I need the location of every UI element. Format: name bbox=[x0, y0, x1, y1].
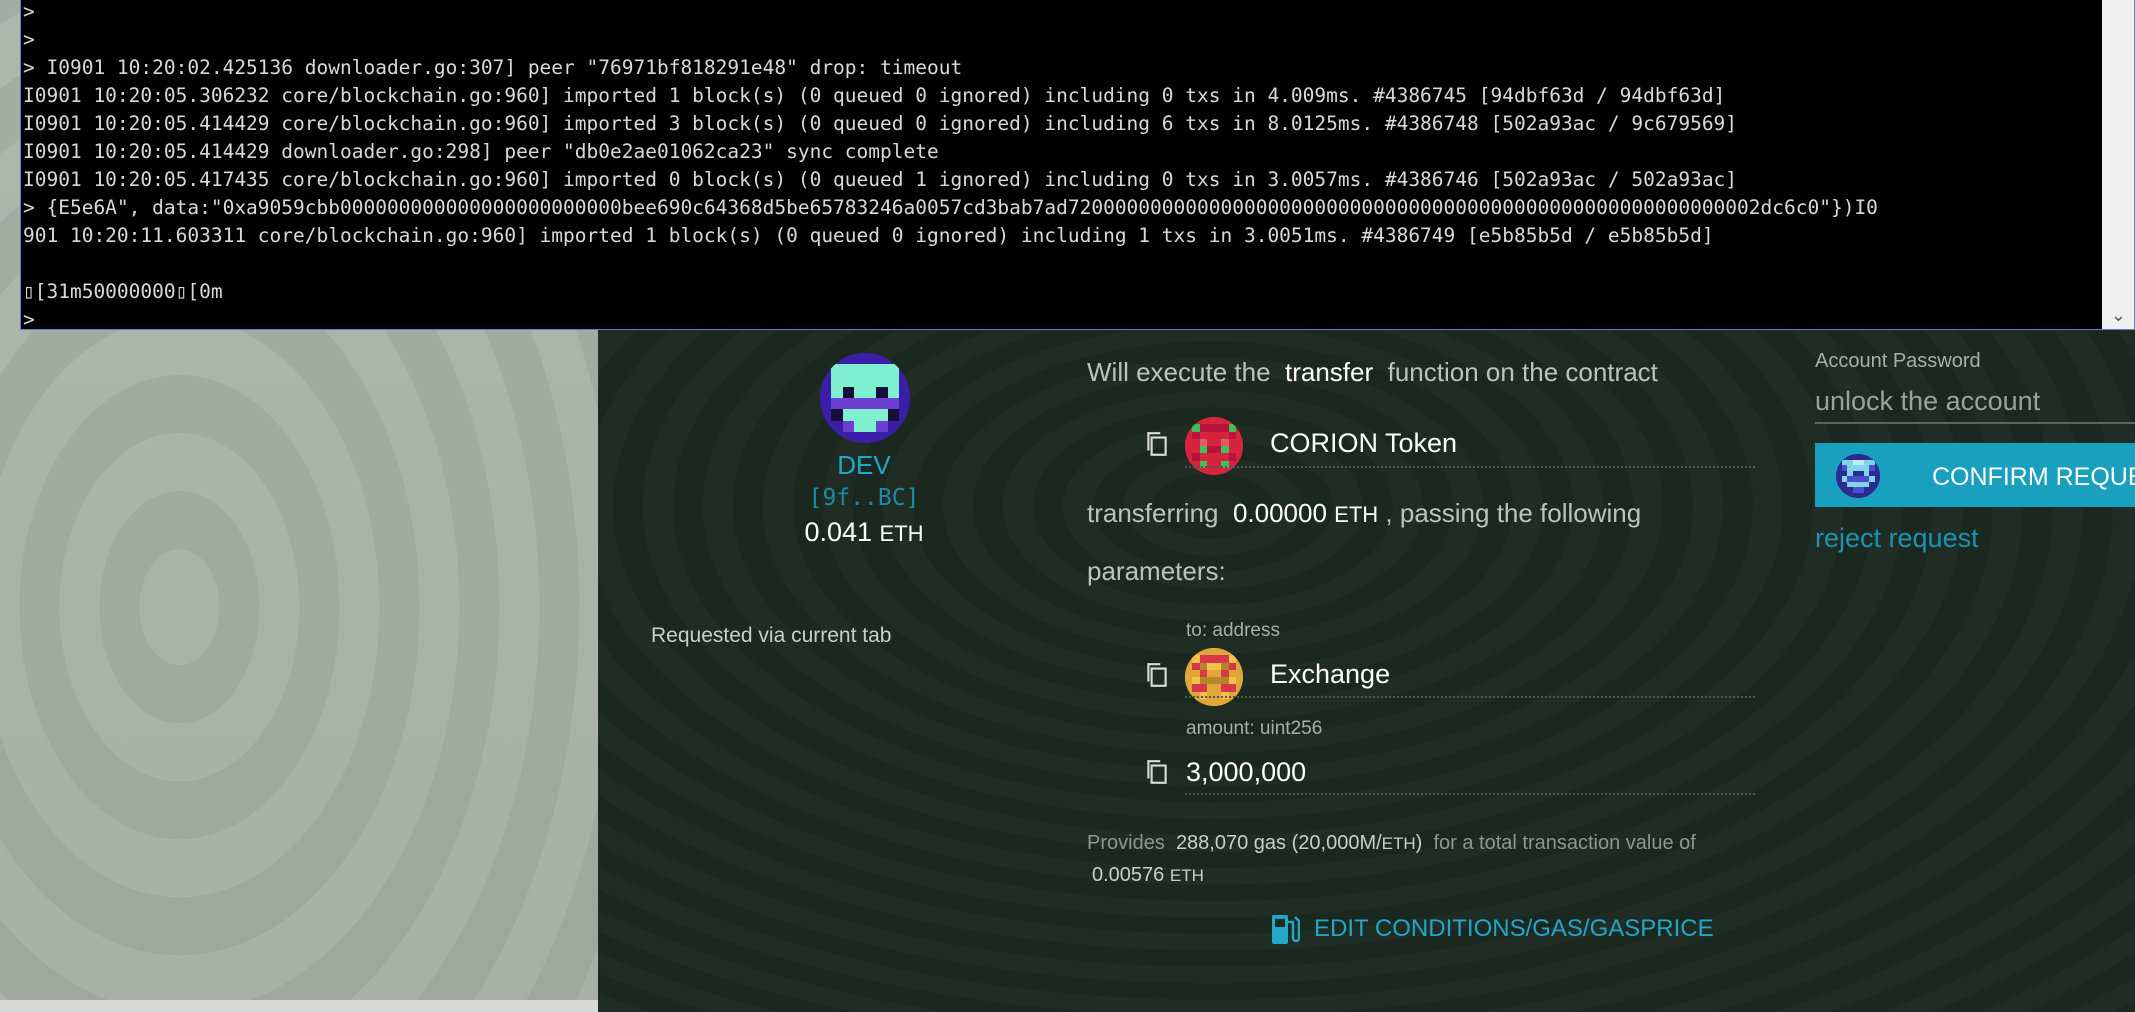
password-input[interactable] bbox=[1815, 380, 2135, 424]
gas-amount: 288,070 gas bbox=[1175, 832, 1287, 854]
from-balance-value: 0.041 bbox=[804, 517, 873, 547]
geth-console-window[interactable]: > > > I0901 10:20:02.425136 downloader.go:… bbox=[20, 0, 2135, 330]
console-line: > bbox=[23, 0, 35, 23]
transferring-description: transferring 0.00000 ETH , passing the f… bbox=[1087, 498, 1641, 529]
param-label: to: address bbox=[1186, 620, 1280, 641]
reject-request-link[interactable]: reject request bbox=[1815, 523, 1979, 554]
transfer-unit: ETH bbox=[1334, 502, 1379, 527]
transfer-amount: 0.00000 bbox=[1232, 498, 1327, 528]
transferring-suffix: , passing the following bbox=[1385, 498, 1642, 528]
from-balance-unit: ETH bbox=[879, 521, 924, 546]
console-line: I0901 10:20:05.306232 core/blockchain.go… bbox=[23, 84, 1726, 107]
total-value: 0.00576 ETH bbox=[1092, 864, 1204, 887]
gas-price-close: ) bbox=[1415, 832, 1423, 854]
param-value-amount: 3,000,000 bbox=[1186, 757, 1307, 787]
password-label: Account Password bbox=[1815, 350, 1981, 372]
confirm-account-avatar bbox=[1836, 454, 1880, 498]
copy-icon[interactable] bbox=[1144, 430, 1170, 458]
gas-price-unit: ETH bbox=[1381, 834, 1416, 853]
gas-pump-icon bbox=[1272, 915, 1300, 944]
edit-gas-label: EDIT CONDITIONS/GAS/GASPRICE bbox=[1314, 915, 1714, 942]
edit-gas-button[interactable]: EDIT CONDITIONS/GAS/GASPRICE bbox=[1270, 912, 1714, 946]
copy-icon[interactable] bbox=[1144, 758, 1170, 786]
gas-provides-prefix: Provides bbox=[1087, 832, 1165, 854]
total-amount: 0.00576 bbox=[1092, 864, 1165, 886]
from-account-name[interactable]: DEV bbox=[764, 450, 964, 481]
requested-via-label: Requested via current tab bbox=[651, 624, 892, 647]
from-account-balance: 0.041 ETH bbox=[764, 517, 964, 548]
console-line: 901 10:20:11.603311 core/blockchain.go:9… bbox=[23, 224, 1714, 247]
chevron-down-icon[interactable]: ⌄ bbox=[2111, 305, 2126, 326]
contract-divider bbox=[1185, 466, 1755, 468]
param-value-to[interactable]: Exchange bbox=[1270, 659, 1390, 690]
parameters-heading: parameters: bbox=[1087, 556, 1226, 586]
execute-function-name: transfer bbox=[1284, 357, 1374, 387]
console-line: ▯[31m50000000▯[0m bbox=[23, 280, 223, 303]
param-divider bbox=[1185, 793, 1755, 795]
console-line: > {E5e6A", data:"0xa9059cbb0000000000000… bbox=[23, 196, 1878, 219]
console-line: > I0901 10:20:02.425136 downloader.go:30… bbox=[23, 56, 963, 79]
gas-price: (20,000M/ bbox=[1291, 832, 1382, 854]
contract-name[interactable]: CORION Token bbox=[1270, 428, 1457, 459]
console-line: > bbox=[23, 28, 35, 51]
gas-suffix: for a total transaction value of bbox=[1433, 832, 1696, 854]
transferring-prefix: transferring bbox=[1087, 498, 1219, 528]
param-label: amount: uint256 bbox=[1186, 718, 1323, 739]
console-line: I0901 10:20:05.414429 core/blockchain.go… bbox=[23, 112, 1738, 135]
confirm-request-label: CONFIRM REQUEST bbox=[1932, 463, 2135, 491]
console-line: > bbox=[23, 308, 35, 330]
console-line: I0901 10:20:05.417435 core/blockchain.go… bbox=[23, 168, 1738, 191]
execute-description: Will execute the transfer function on th… bbox=[1087, 357, 1658, 388]
execute-prefix: Will execute the bbox=[1087, 357, 1271, 387]
execute-suffix: function on the contract bbox=[1387, 357, 1658, 387]
console-scrollbar[interactable]: ⌄ bbox=[2102, 0, 2134, 329]
gas-provides-text: Provides 288,070 gas (20,000M/ETH) for a… bbox=[1087, 832, 1696, 855]
param-divider bbox=[1185, 696, 1755, 698]
copy-icon[interactable] bbox=[1144, 661, 1170, 689]
window-bottom-edge bbox=[0, 1000, 598, 1012]
console-output: > > > I0901 10:20:02.425136 downloader.go:… bbox=[23, 0, 2098, 330]
from-account-avatar bbox=[820, 353, 910, 443]
from-account-address: [9f..BC] bbox=[808, 485, 920, 511]
console-line: I0901 10:20:05.414429 downloader.go:298]… bbox=[23, 140, 939, 163]
total-unit: ETH bbox=[1169, 866, 1204, 885]
